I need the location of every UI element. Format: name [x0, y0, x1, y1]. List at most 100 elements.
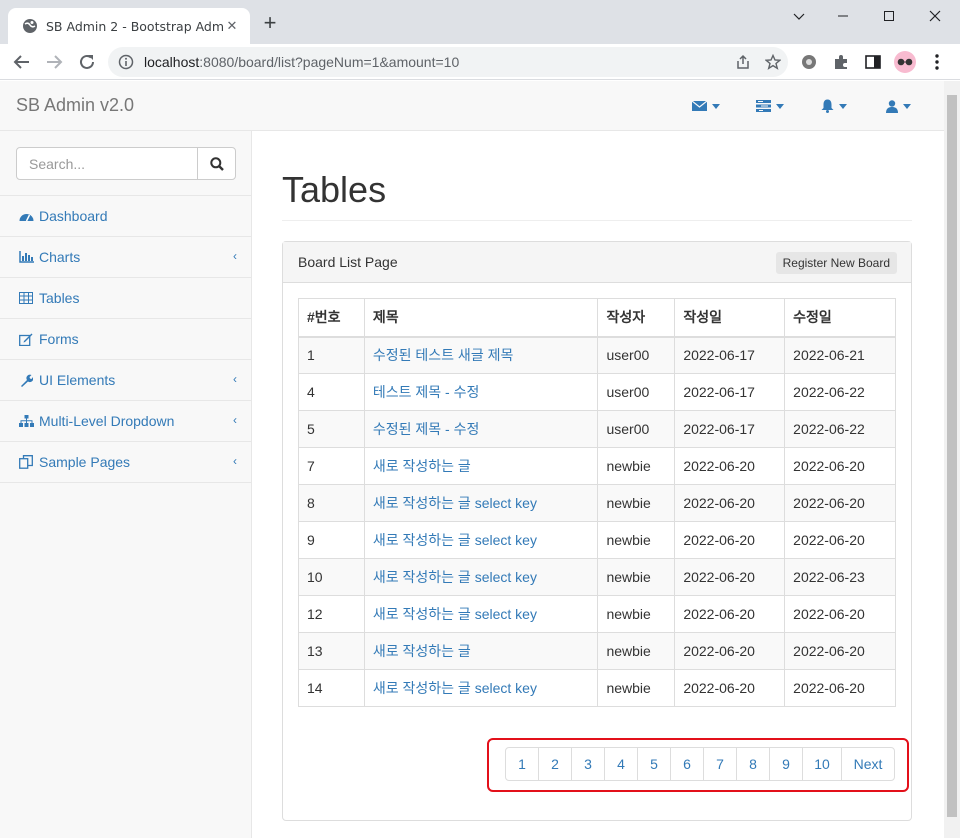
board-title-link[interactable]: 새로 작성하는 글 select key [373, 532, 537, 548]
pagination-page[interactable]: 8 [736, 747, 770, 781]
cell-number: 8 [298, 484, 365, 522]
cell-number: 4 [298, 373, 365, 411]
tasks-dropdown[interactable] [756, 97, 784, 115]
forward-button[interactable] [42, 50, 66, 74]
pagination-next[interactable]: Next [841, 747, 895, 781]
board-title-link[interactable]: 새로 작성하는 글 select key [373, 569, 537, 585]
cell-writer: user00 [597, 336, 676, 374]
cell-number: 14 [298, 669, 365, 707]
sidebar-item-sample-pages[interactable]: Sample Pages ‹ [0, 442, 251, 483]
browser-tab[interactable]: SB Admin 2 - Bootstrap Admin ✕ [8, 8, 250, 44]
dashboard-icon [18, 209, 34, 223]
sidebar-item-label: Sample Pages [39, 454, 131, 470]
cell-number: 7 [298, 447, 365, 485]
maximize-icon [884, 11, 894, 21]
cell-number: 5 [298, 410, 365, 448]
board-title-link[interactable]: 수정된 제목 - 수정 [373, 421, 480, 437]
chevron-left-icon: ‹ [233, 372, 237, 386]
browser-toolbar: localhost:8080/board/list?pageNum=1&amou… [0, 44, 960, 80]
wrench-icon [18, 373, 34, 387]
register-new-board-button[interactable]: Register New Board [775, 252, 897, 274]
user-dropdown[interactable] [886, 97, 911, 115]
share-icon[interactable] [728, 47, 758, 77]
board-list-panel: Board List Page Register New Board #번호 제… [282, 241, 912, 821]
new-tab-button[interactable]: + [258, 12, 282, 36]
sidebar-item-label: Multi-Level Dropdown [39, 413, 175, 429]
board-title-link[interactable]: 테스트 제목 - 수정 [373, 384, 480, 400]
side-panel-icon[interactable] [861, 50, 885, 74]
pagination-page[interactable]: 4 [604, 747, 638, 781]
cell-writer: newbie [597, 632, 676, 670]
chevron-down-icon [793, 13, 805, 20]
board-title-link[interactable]: 새로 작성하는 글 select key [373, 606, 537, 622]
chevron-left-icon: ‹ [233, 249, 237, 263]
menu-kebab-icon[interactable] [925, 50, 949, 74]
address-bar[interactable]: localhost:8080/board/list?pageNum=1&amou… [108, 47, 788, 77]
sidebar-item-forms[interactable]: Forms [0, 319, 251, 360]
pagination-page[interactable]: 3 [571, 747, 605, 781]
scrollbar-thumb[interactable] [947, 95, 957, 817]
window-close-button[interactable] [912, 0, 958, 32]
table-header-row: #번호 제목 작성자 작성일 수정일 [298, 298, 896, 338]
pagination-page[interactable]: 7 [703, 747, 737, 781]
panel-title: Board List Page [298, 254, 398, 270]
profile-avatar[interactable] [893, 50, 917, 74]
window-minimize-button[interactable] [820, 0, 866, 32]
close-tab-icon[interactable]: ✕ [224, 18, 240, 34]
tab-title: SB Admin 2 - Bootstrap Admin [46, 18, 224, 34]
board-title-link[interactable]: 새로 작성하는 글 select key [373, 495, 537, 511]
pagination-page[interactable]: 9 [769, 747, 803, 781]
table-row: 8 새로 작성하는 글 select key newbie 2022-06-20 202… [298, 484, 896, 522]
top-navbar: SB Admin v2.0 [0, 81, 944, 131]
cell-updatedate: 2022-06-20 [784, 521, 896, 559]
pagination: 1 2 3 4 5 6 7 8 9 10 Next [505, 747, 895, 781]
cell-updatedate: 2022-06-22 [784, 373, 896, 411]
navbar-brand[interactable]: SB Admin v2.0 [16, 95, 134, 116]
caret-down-icon [776, 103, 784, 109]
cell-regdate: 2022-06-17 [674, 410, 786, 448]
messages-dropdown[interactable] [692, 97, 720, 115]
table-row: 14 새로 작성하는 글 select key newbie 2022-06-20 20… [298, 669, 896, 707]
panel-heading: Board List Page Register New Board [283, 242, 911, 283]
extension-gear-icon[interactable] [797, 50, 821, 74]
cell-regdate: 2022-06-20 [674, 669, 786, 707]
page-scrollbar[interactable] [944, 81, 960, 838]
cell-writer: newbie [597, 447, 676, 485]
sidebar-search [0, 131, 251, 196]
reload-button[interactable] [75, 50, 99, 74]
alerts-dropdown[interactable] [821, 97, 847, 115]
cell-title: 테스트 제목 - 수정 [363, 373, 599, 411]
caret-down-icon [839, 103, 847, 109]
pagination-page[interactable]: 5 [637, 747, 671, 781]
sidebar-item-ui-elements[interactable]: UI Elements ‹ [0, 360, 251, 401]
sidebar-item-multi-level-dropdown[interactable]: Multi-Level Dropdown ‹ [0, 401, 251, 442]
sidebar-item-charts[interactable]: Charts ‹ [0, 237, 251, 278]
pagination-page[interactable]: 10 [802, 747, 842, 781]
minimize-button[interactable] [776, 0, 822, 32]
search-input[interactable] [16, 147, 198, 180]
back-button[interactable] [10, 50, 34, 74]
sidebar-item-tables[interactable]: Tables [0, 278, 251, 319]
board-title-link[interactable]: 새로 작성하는 글 [373, 643, 471, 659]
board-title-link[interactable]: 새로 작성하는 글 select key [373, 680, 537, 696]
pagination-page[interactable]: 6 [670, 747, 704, 781]
arrow-right-icon [47, 55, 63, 69]
column-header-updatedate: 수정일 [784, 298, 896, 338]
board-title-link[interactable]: 새로 작성하는 글 [373, 458, 471, 474]
cell-regdate: 2022-06-20 [674, 558, 786, 596]
maximize-button[interactable] [866, 0, 912, 32]
sidebar-item-dashboard[interactable]: Dashboard [0, 196, 251, 237]
pagination-page[interactable]: 1 [505, 747, 539, 781]
puzzle-icon[interactable] [829, 50, 853, 74]
search-button[interactable] [197, 147, 236, 180]
cell-writer: newbie [597, 595, 676, 633]
pagination-page[interactable]: 2 [538, 747, 572, 781]
cell-number: 1 [298, 336, 365, 374]
sidebar-item-label: Tables [39, 290, 80, 306]
board-title-link[interactable]: 수정된 테스트 새글 제목 [373, 347, 513, 363]
cell-writer: newbie [597, 484, 676, 522]
page-viewport: SB Admin v2.0 Dashboard [0, 81, 944, 838]
avatar [894, 51, 916, 73]
star-icon[interactable] [758, 47, 788, 77]
table-row: 13 새로 작성하는 글 newbie 2022-06-20 2022-06-20 [298, 632, 896, 670]
